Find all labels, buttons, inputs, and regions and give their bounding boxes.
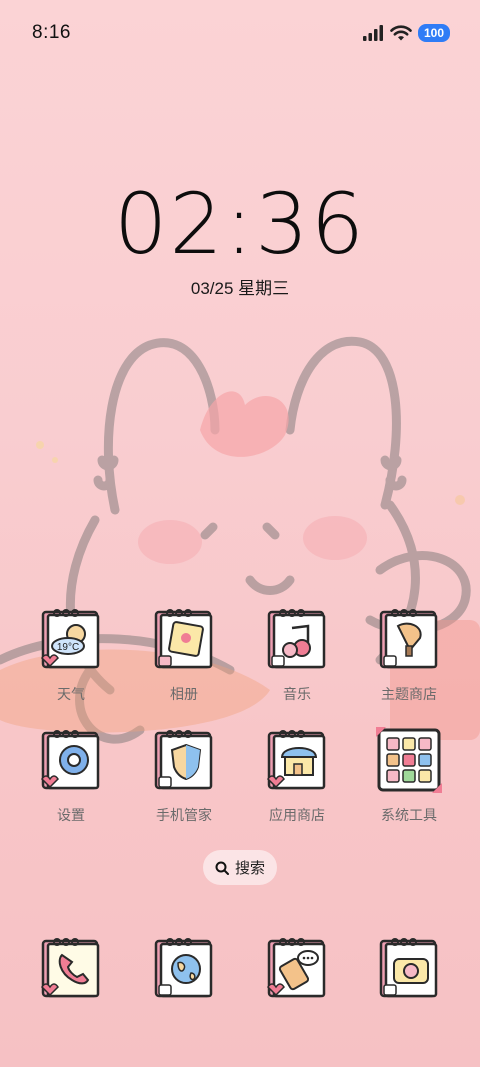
app-gallery[interactable]: 相册 [134,606,234,704]
dock-browser[interactable] [134,935,234,1006]
app-label: 主题商店 [381,686,437,702]
dock-camera[interactable] [359,935,459,1006]
search-label: 搜索 [234,860,265,877]
messages-icon [267,938,326,998]
status-icons: 100 [362,22,450,44]
gallery-icon [154,609,213,669]
app-settings[interactable]: 设置 [21,727,121,825]
app-label: 系统工具 [381,807,437,823]
app-label: 应用商店 [269,807,325,823]
clock-widget-time[interactable]: 02:36 [0,176,480,272]
battery-indicator: 100 [417,24,450,42]
music-icon [267,609,326,669]
app-store-icon [267,730,326,790]
folder-system-tools[interactable]: 系统工具 [359,727,459,825]
app-label: 天气 [57,686,85,702]
app-label: 相册 [170,686,198,702]
dock-messages[interactable] [247,935,347,1006]
app-label: 手机管家 [156,807,212,823]
browser-icon [154,938,213,998]
settings-icon [41,730,100,790]
weather-icon: 19°C [41,609,100,669]
app-security[interactable]: 手机管家 [134,727,234,825]
weather-temperature: 19°C [57,642,79,653]
wifi-icon [390,24,412,40]
theme-store-icon [379,609,438,669]
app-app-store[interactable]: 应用商店 [247,727,347,825]
camera-icon [379,938,438,998]
app-label: 设置 [57,807,85,823]
status-bar: 8:16 100 [0,0,480,66]
search-button[interactable]: 搜索 [203,850,277,885]
signal-icon [362,25,383,41]
security-icon [154,730,213,790]
system-tools-folder-icon [376,727,442,793]
app-music[interactable]: 音乐 [247,606,347,704]
app-theme-store[interactable]: 主题商店 [359,606,459,704]
clock-widget-date: 03/25 星期三 [190,279,290,298]
search-icon [215,861,229,875]
app-label: 音乐 [283,686,311,702]
phone-icon [41,938,100,998]
status-time: 8:16 [32,22,71,43]
app-weather[interactable]: 19°C 天气 [21,606,121,704]
wallpaper-bunny-illustration [0,336,480,744]
dock-phone[interactable] [21,935,121,1006]
